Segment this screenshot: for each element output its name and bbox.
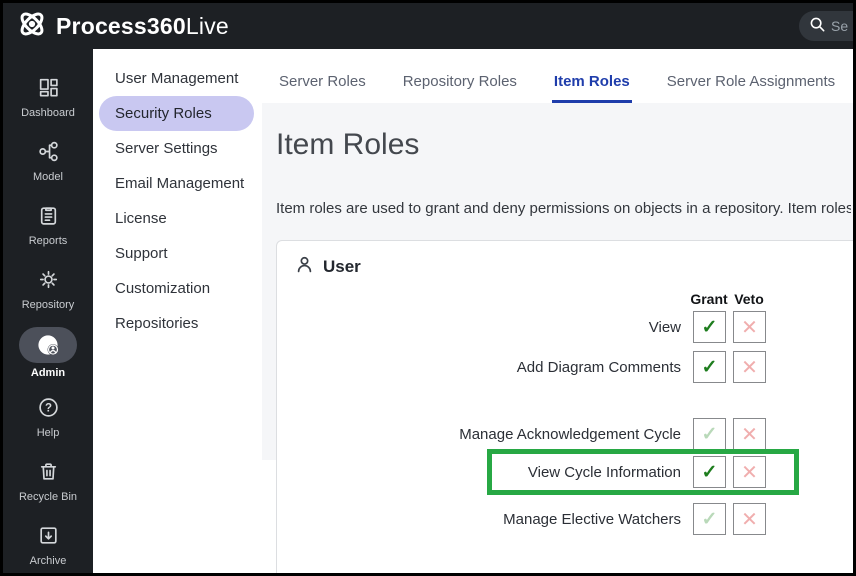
grant-checkbox-manage-acknowledgement-cycle[interactable]: ✓: [693, 418, 726, 450]
user-role-card: User Grant Veto View ✓ ✕ Add Diagram Commen…: [276, 240, 853, 573]
sidebar-item-label: Dashboard: [21, 107, 75, 119]
veto-column-header: Veto: [734, 291, 764, 307]
sidebar-item-admin[interactable]: Admin: [3, 327, 93, 391]
permission-row-add-diagram-comments: Add Diagram Comments ✓ ✕: [277, 351, 766, 383]
sidebar-item-model[interactable]: Model: [3, 135, 93, 199]
sidebar-item-help[interactable]: ? Help: [3, 391, 93, 455]
grant-column-header: Grant: [690, 291, 728, 307]
app-window: Process360Live Se Dashboard Model Reports R…: [0, 0, 856, 576]
admin-menu: User Management Security Roles Server Sett…: [93, 49, 262, 573]
process360-logo-icon: [17, 9, 47, 44]
page-title: Item Roles: [276, 128, 420, 161]
sidebar-item-label: Reports: [28, 235, 68, 247]
user-icon: [295, 255, 314, 279]
tab-server-role-assignments[interactable]: Server Role Assignments: [665, 73, 837, 103]
sidebar-item-label: Model: [33, 171, 63, 183]
svg-text:?: ?: [44, 402, 51, 414]
grant-checkbox-view[interactable]: ✓: [693, 311, 726, 343]
subnav-item-email-management[interactable]: Email Management: [99, 166, 254, 201]
gear-icon: [37, 263, 60, 295]
permission-row-manage-acknowledgement-cycle: Manage Acknowledgement Cycle ✓ ✕: [277, 418, 766, 450]
veto-checkbox-view-cycle-information[interactable]: ✕: [733, 456, 766, 488]
app-logo[interactable]: Process360Live: [17, 9, 229, 44]
tab-server-roles[interactable]: Server Roles: [277, 73, 368, 103]
permission-label: Manage Elective Watchers: [503, 510, 681, 528]
sidebar-item-label: Archive: [29, 555, 67, 567]
permission-label: Manage Acknowledgement Cycle: [459, 425, 681, 443]
sidebar-item-label: Admin: [30, 367, 66, 379]
app-body: User Management Security Roles Server Sett…: [93, 49, 853, 573]
sidebar-item-label: Help: [36, 427, 60, 439]
main-area: Server Roles Repository Roles Item Roles Se…: [262, 49, 853, 573]
subnav-item-user-management[interactable]: User Management: [99, 61, 254, 96]
grant-checkbox-add-diagram-comments[interactable]: ✓: [693, 351, 726, 383]
permission-row-manage-elective-watchers: Manage Elective Watchers ✓ ✕: [277, 503, 766, 535]
permissions-grid: Grant Veto View ✓ ✕ Add Diagram Comments ✓ ✕ M…: [277, 291, 817, 573]
tab-item-roles[interactable]: Item Roles: [551, 73, 632, 103]
sidebar-item-dashboard[interactable]: Dashboard: [3, 71, 93, 135]
subnav-item-license[interactable]: License: [99, 201, 254, 236]
subnav-item-server-settings[interactable]: Server Settings: [99, 131, 254, 166]
model-icon: [37, 135, 60, 167]
tab-strip: Server Roles Repository Roles Item Roles Se…: [262, 49, 853, 103]
veto-checkbox-manage-acknowledgement-cycle[interactable]: ✕: [733, 418, 766, 450]
sidebar-item-reports[interactable]: Reports: [3, 199, 93, 263]
primary-sidebar: Dashboard Model Reports Repository Admin? Hel…: [3, 49, 93, 573]
permission-row-view: View ✓ ✕: [277, 311, 766, 343]
sidebar-item-label: Recycle Bin: [18, 491, 78, 503]
top-bar: Process360Live Se: [3, 3, 853, 49]
grant-checkbox-view-cycle-information[interactable]: ✓: [693, 456, 726, 488]
subnav-item-customization[interactable]: Customization: [99, 271, 254, 306]
search-input[interactable]: Se: [799, 11, 853, 41]
search-icon: [809, 16, 825, 37]
sidebar-item-repository[interactable]: Repository: [3, 263, 93, 327]
tab-repository-roles[interactable]: Repository Roles: [401, 73, 519, 103]
archive-icon: [37, 519, 60, 551]
search-placeholder: Se: [831, 18, 849, 34]
page-description: Item roles are used to grant and deny pe…: [276, 200, 851, 217]
veto-checkbox-add-diagram-comments[interactable]: ✕: [733, 351, 766, 383]
sidebar-item-archive[interactable]: Archive: [3, 519, 93, 573]
sidebar-item-label: Repository: [21, 299, 75, 311]
permission-label: View: [648, 318, 681, 336]
trash-icon: [37, 455, 60, 487]
brand-title: Process360Live: [56, 12, 229, 39]
grant-checkbox-manage-elective-watchers[interactable]: ✓: [693, 503, 726, 535]
admin-user-icon: [19, 327, 77, 363]
reports-icon: [37, 199, 60, 231]
permission-label: Add Diagram Comments: [516, 358, 681, 376]
subnav-item-repositories[interactable]: Repositories: [99, 306, 254, 341]
veto-checkbox-view[interactable]: ✕: [733, 311, 766, 343]
subnav-item-security-roles[interactable]: Security Roles: [99, 96, 254, 131]
subnav-item-support[interactable]: Support: [99, 236, 254, 271]
help-icon: ?: [37, 391, 60, 423]
permission-row-view-cycle-information: View Cycle Information ✓ ✕: [277, 456, 766, 488]
permission-label: View Cycle Information: [527, 463, 681, 481]
card-title: User: [323, 257, 361, 276]
sidebar-item-recycle-bin[interactable]: Recycle Bin: [3, 455, 93, 519]
veto-checkbox-manage-elective-watchers[interactable]: ✕: [733, 503, 766, 535]
dashboard-icon: [37, 71, 60, 103]
